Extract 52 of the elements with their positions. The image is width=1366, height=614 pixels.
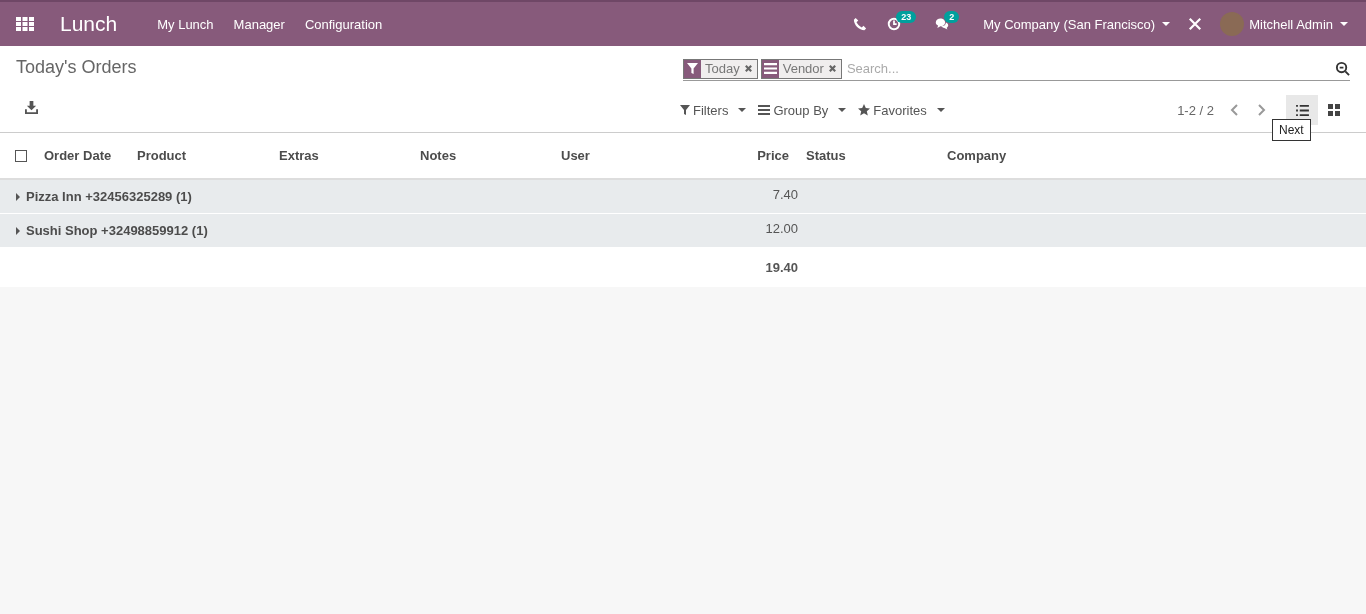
column-header[interactable]: Product <box>137 148 279 163</box>
phone-icon[interactable] <box>853 17 868 31</box>
search-icon[interactable] <box>1335 61 1350 76</box>
tools-icon[interactable] <box>1188 17 1203 31</box>
clock-icon[interactable] <box>887 17 902 31</box>
remove-icon[interactable] <box>743 64 753 73</box>
download-icon[interactable] <box>25 100 38 114</box>
list-icon <box>758 105 771 115</box>
group-price: 7.40 <box>771 186 798 202</box>
app-name[interactable]: Lunch <box>60 12 118 36</box>
user-menu[interactable]: Mitchell Admin <box>1249 16 1348 32</box>
column-header[interactable]: Notes <box>420 148 561 163</box>
select-all-checkbox[interactable] <box>15 149 27 162</box>
search-option-dropdown[interactable]: Filters <box>680 102 747 118</box>
price-total: 19.40 <box>764 260 798 275</box>
search-option-dropdown[interactable]: Group By <box>758 102 847 118</box>
group-row[interactable]: Sushi Shop +32498859912 (1) 12.00 <box>0 214 1366 248</box>
tooltip: Next <box>1272 119 1311 141</box>
company-switcher[interactable]: My Company (San Francisco) <box>983 16 1171 32</box>
column-header[interactable]: Extras <box>279 148 420 163</box>
group-row[interactable]: Pizza Inn +32456325289 (1) 7.40 <box>0 180 1366 214</box>
search-facet[interactable]: Today <box>683 58 758 79</box>
remove-icon[interactable] <box>827 64 837 73</box>
menu-item[interactable]: Manager <box>233 16 285 32</box>
column-header[interactable]: Company <box>930 148 1366 163</box>
column-header[interactable]: User <box>561 148 702 163</box>
filter-icon <box>684 59 701 78</box>
group-price: 12.00 <box>764 220 798 236</box>
search-facet[interactable]: Vendor <box>760 58 842 79</box>
facet-label: Today <box>704 61 741 76</box>
menu-item[interactable]: Configuration <box>304 16 383 32</box>
menu-item[interactable]: My Lunch <box>157 16 214 32</box>
pager-value: 1-2 / 2 <box>1177 102 1214 118</box>
chat-icon[interactable] <box>935 17 950 31</box>
group-name: Pizza Inn +32456325289 (1) <box>0 189 702 204</box>
page-title: Today's Orders <box>16 56 138 78</box>
filter-icon <box>680 105 690 115</box>
list-icon <box>761 59 779 78</box>
next-icon[interactable] <box>1256 103 1266 117</box>
message-count: 2 <box>944 11 960 23</box>
facet-label: Vendor <box>781 61 825 76</box>
previous-icon[interactable] <box>1230 103 1240 117</box>
column-header[interactable]: Status <box>789 148 930 163</box>
search-option-dropdown[interactable]: Favorites <box>858 102 945 118</box>
activity-count: 23 <box>896 11 917 23</box>
app-grid-icon[interactable] <box>16 17 34 31</box>
column-header[interactable]: Order Date <box>44 148 137 163</box>
column-header[interactable]: Price <box>702 148 789 163</box>
star-icon <box>858 104 871 116</box>
list-view-icon <box>1295 104 1309 116</box>
group-name: Sushi Shop +32498859912 (1) <box>0 223 702 238</box>
grid-icon <box>1328 104 1340 116</box>
